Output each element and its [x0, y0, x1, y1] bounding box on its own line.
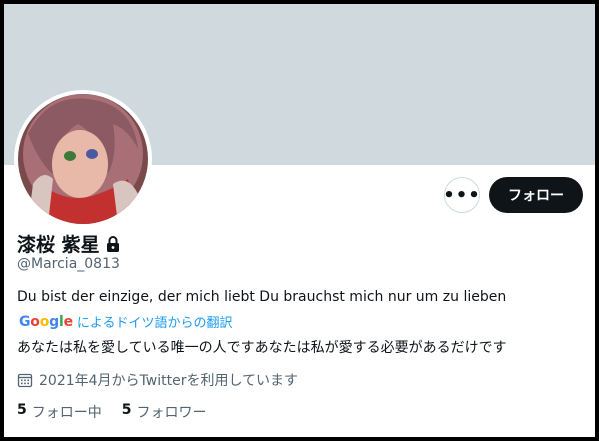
- more-options-button[interactable]: •••: [443, 177, 481, 213]
- followers-link[interactable]: 5 フォロワー: [122, 402, 207, 422]
- avatar-image: [18, 94, 148, 224]
- following-label: フォロー中: [31, 405, 102, 421]
- translate-link[interactable]: によるドイツ語からの翻訳: [77, 312, 233, 331]
- join-date: 2021年4月からTwitterを利用しています: [17, 370, 298, 390]
- profile-bio: Du bist der einzige, der mich liebt Du b…: [17, 289, 507, 305]
- avatar[interactable]: [14, 90, 152, 228]
- follow-stats: 5 フォロー中 5 フォロワー: [17, 402, 207, 422]
- follow-label: フォロー: [508, 188, 564, 204]
- google-logo: Google: [19, 313, 73, 330]
- translation-attribution[interactable]: Google によるドイツ語からの翻訳: [19, 312, 233, 332]
- following-link[interactable]: 5 フォロー中: [17, 402, 102, 422]
- more-icon: •••: [443, 184, 481, 206]
- follow-button[interactable]: フォロー: [489, 177, 583, 213]
- followers-label: フォロワー: [136, 405, 207, 421]
- join-date-text: 2021年4月からTwitterを利用しています: [39, 373, 299, 389]
- user-handle: @Marcia_0813: [17, 256, 120, 272]
- name-row: 漆桜 紫星: [17, 230, 122, 257]
- translated-bio: あなたは私を愛している唯一の人ですあなたは私が愛する必要があるだけです: [17, 340, 507, 356]
- followers-count: 5: [121, 402, 132, 418]
- profile-page: ••• フォロー 漆桜 紫星 @Marcia_0813 Du bist der …: [4, 4, 595, 437]
- display-name: 漆桜 紫星: [17, 234, 100, 256]
- following-count: 5: [17, 402, 27, 418]
- calendar-icon: [17, 372, 33, 388]
- lock-icon: [104, 235, 122, 253]
